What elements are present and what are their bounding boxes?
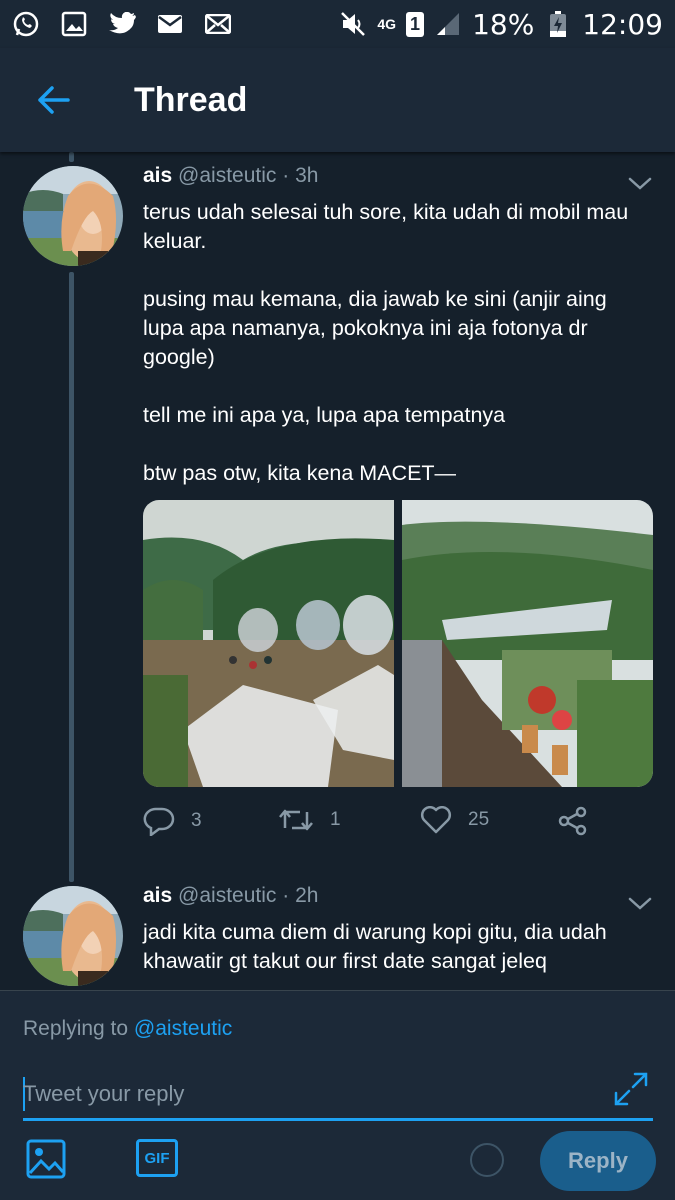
- tweet-paragraph: terus udah selesai tuh sore, kita udah d…: [143, 200, 629, 253]
- add-gif-button[interactable]: GIF: [136, 1139, 180, 1181]
- author-handle[interactable]: @aisteutic: [178, 164, 276, 187]
- avatar[interactable]: [23, 166, 123, 266]
- reply-button[interactable]: Reply: [540, 1131, 656, 1191]
- tweet-menu-button[interactable]: [627, 890, 653, 916]
- chevron-down-icon: [628, 177, 652, 190]
- reply-composer: Replying to @aisteutic GIF Reply: [0, 990, 675, 1200]
- replying-to: Replying to @aisteutic: [23, 1017, 232, 1041]
- tweet-time: · 3h: [282, 164, 319, 187]
- email-icon: [156, 10, 184, 38]
- system-status: 4G 1 18% 12:09: [339, 8, 663, 41]
- tweet-text: jadi kita cuma diem di warung kopi gitu,…: [143, 918, 653, 976]
- status-bar: 4G 1 18% 12:09: [0, 0, 675, 48]
- email-icon-2: [204, 10, 232, 38]
- gif-label: GIF: [144, 1149, 170, 1167]
- author-name[interactable]: ais: [143, 164, 172, 187]
- reply-input[interactable]: [23, 1075, 583, 1113]
- retweet-action[interactable]: 1: [278, 806, 341, 834]
- tweet-media: [143, 500, 653, 787]
- network-type: 4G: [377, 16, 397, 32]
- reply-count: 3: [191, 810, 202, 831]
- tweet-paragraph: btw pas otw, kita kena MACET—: [143, 461, 457, 485]
- page-title: Thread: [134, 80, 248, 119]
- chevron-down-icon: [628, 897, 652, 910]
- tweet-menu-button[interactable]: [627, 170, 653, 196]
- retweet-count: 1: [330, 809, 341, 830]
- gallery-icon: [60, 10, 88, 38]
- replying-prefix: Replying to: [23, 1017, 129, 1040]
- expand-icon: [614, 1072, 648, 1106]
- share-action[interactable]: [557, 806, 589, 836]
- reply-action[interactable]: 3: [143, 806, 202, 836]
- tweet-header: ais @aisteutic · 3h: [143, 164, 318, 188]
- tweet-header: ais @aisteutic · 2h: [143, 884, 318, 908]
- battery-charging-icon: [544, 10, 572, 38]
- media-photo-domes[interactable]: [143, 500, 394, 787]
- twitter-icon: [108, 10, 136, 38]
- whatsapp-icon: [12, 10, 40, 38]
- notification-icons: [12, 10, 232, 38]
- clock: 12:09: [582, 7, 663, 41]
- battery-percent: 18%: [472, 7, 535, 41]
- mute-icon: [339, 10, 367, 38]
- signal-icon: [434, 10, 462, 38]
- replying-mention[interactable]: @aisteutic: [134, 1017, 232, 1040]
- tweet-paragraph: jadi kita cuma diem di warung kopi gitu,…: [143, 920, 607, 973]
- retweet-icon: [279, 809, 313, 831]
- add-photo-button[interactable]: [26, 1139, 68, 1181]
- avatar[interactable]: [23, 886, 123, 986]
- back-button[interactable]: [25, 72, 81, 128]
- app-bar: Thread: [0, 48, 675, 152]
- tweet[interactable]: ais @aisteutic · 2h jadi kita cuma diem …: [0, 872, 675, 990]
- tweet-paragraph: pusing mau kemana, dia jawab ke sini (an…: [143, 287, 607, 369]
- share-icon: [558, 806, 587, 836]
- tweet-text: terus udah selesai tuh sore, kita udah d…: [143, 198, 653, 488]
- character-counter: [470, 1143, 504, 1177]
- author-handle[interactable]: @aisteutic: [178, 884, 276, 907]
- tweet-paragraph: tell me ini apa ya, lupa apa tempatnya: [143, 403, 506, 427]
- like-count: 25: [468, 809, 490, 830]
- tweet-actions: 3 1 25: [143, 806, 653, 846]
- expand-composer-button[interactable]: [613, 1071, 653, 1111]
- gif-icon: GIF: [136, 1139, 178, 1177]
- back-arrow-icon: [38, 86, 70, 114]
- image-icon: [26, 1139, 66, 1179]
- reply-icon: [143, 807, 175, 836]
- media-photo-cafe[interactable]: [402, 500, 653, 787]
- heart-icon: [420, 806, 452, 834]
- like-action[interactable]: 25: [420, 806, 489, 834]
- sim-slot: 1: [406, 11, 425, 37]
- tweet-time: · 2h: [282, 884, 319, 907]
- reply-input-wrapper: [23, 1071, 653, 1121]
- author-name[interactable]: ais: [143, 884, 172, 907]
